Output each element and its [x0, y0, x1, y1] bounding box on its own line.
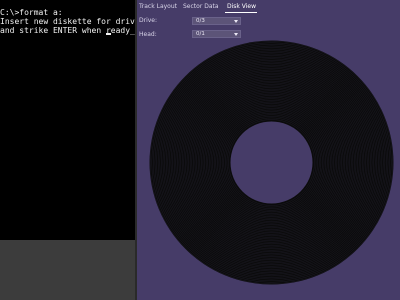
tab-bar: Track Layout Sector Data Disk View — [137, 0, 400, 14]
dos-terminal[interactable]: C:\>format a: Insert new diskette for dr… — [0, 0, 135, 240]
chevron-down-icon — [234, 33, 238, 36]
disk-surface-view[interactable] — [149, 40, 394, 285]
head-select-value: 0/1 — [196, 31, 205, 37]
tab-track-layout[interactable]: Track Layout — [139, 3, 177, 10]
drive-label: Drive: — [139, 17, 158, 24]
disk-hub-hole — [230, 121, 313, 204]
active-tab-indicator — [225, 12, 257, 13]
disk-inspector-panel: Track Layout Sector Data Disk View Drive… — [137, 0, 400, 300]
drive-select-value: 0/3 — [196, 18, 205, 24]
tab-disk-view[interactable]: Disk View — [227, 3, 256, 10]
terminal-line-prompt: C:\>format a: — [0, 8, 63, 17]
drive-select[interactable]: 0/3 — [192, 17, 241, 25]
text-cursor — [106, 33, 111, 35]
head-select[interactable]: 0/1 — [192, 30, 241, 38]
head-label: Head: — [139, 31, 157, 38]
terminal-line-insert: Insert new diskette for drive A: — [0, 17, 135, 26]
terminal-line-strike: and strike ENTER when ready_ — [0, 26, 135, 35]
chevron-down-icon — [234, 20, 238, 23]
tab-sector-data[interactable]: Sector Data — [183, 3, 219, 10]
lower-left-area — [0, 240, 135, 300]
